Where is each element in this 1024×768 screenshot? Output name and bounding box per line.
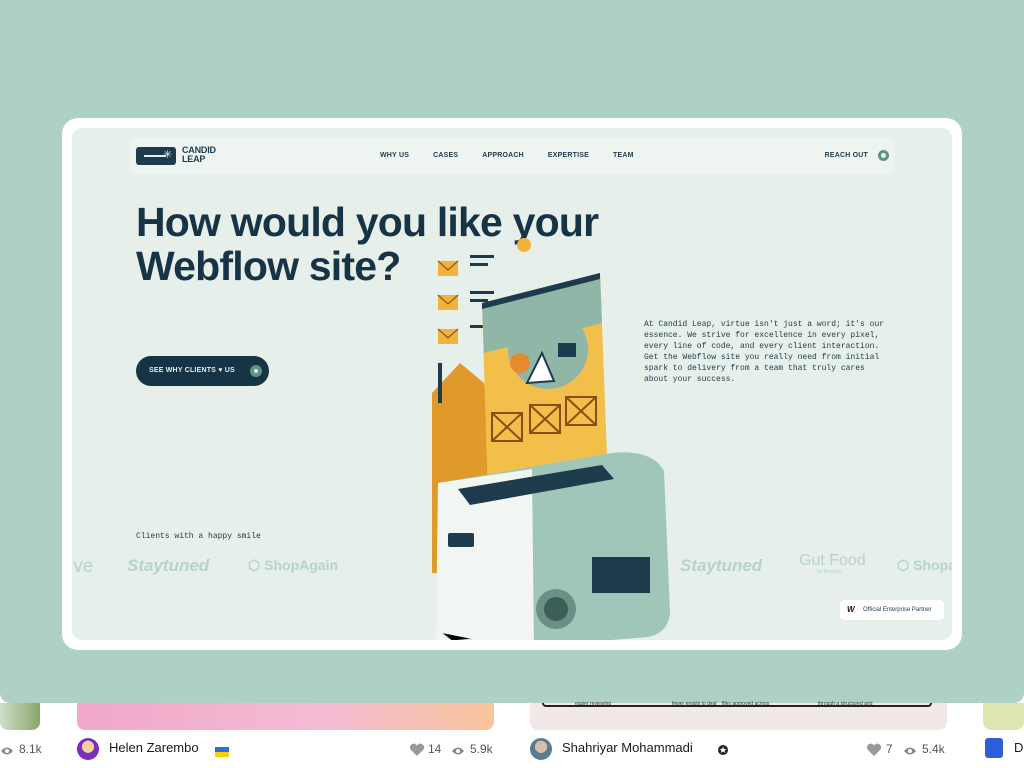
nav-link-cases[interactable]: CASES	[433, 152, 458, 159]
toaster-illustration	[432, 238, 670, 640]
toaster	[436, 452, 670, 640]
enterprise-partner-badge[interactable]: W Official Enterprise Partner	[840, 600, 944, 620]
nav-link-why-us[interactable]: WHY US	[380, 152, 409, 159]
avatar[interactable]	[77, 738, 99, 760]
client-logo-gut-food: Gut Food	[799, 552, 866, 569]
shot-2-caption-4: through a structured and	[818, 701, 873, 707]
webflow-icon: W	[847, 605, 855, 614]
clients-label: Clients with a happy smile	[136, 532, 261, 541]
shot-thumbnail-2[interactable]: easier reviewing fewer emails to deal fi…	[530, 701, 947, 730]
client-logo-shopagain: ⬡ ShopAgain	[248, 557, 338, 574]
shot-1-likes: 14	[428, 742, 442, 756]
website-preview: ✳ CANDID LEAP WHY US CASES APPROACH EXPE…	[72, 128, 952, 640]
logo-mark[interactable]: ✳	[136, 147, 176, 165]
partner-label: Official Enterprise Partner	[863, 607, 932, 613]
shot-preview-stage[interactable]: ✳ CANDID LEAP WHY US CASES APPROACH EXPE…	[0, 0, 1024, 703]
nav-link-approach[interactable]: APPROACH	[482, 152, 524, 159]
nav-link-team[interactable]: TEAM	[613, 152, 634, 159]
right-author-partial[interactable]: D	[1014, 740, 1023, 755]
cta-dot-icon	[249, 365, 262, 377]
shot-1-author[interactable]: Helen Zarembo	[109, 740, 199, 755]
shopagain-icon: ⬡	[248, 557, 265, 573]
eye-icon	[0, 743, 14, 761]
client-logo-shopagain-2: ⬡ Shopa	[897, 557, 952, 574]
nav-link-expertise[interactable]: EXPERTISE	[548, 152, 589, 159]
client-logo-partial: ive	[72, 556, 94, 577]
heart-icon[interactable]	[866, 743, 882, 762]
eye-icon	[903, 743, 917, 761]
shot-2-caption-2: fewer emails to deal	[672, 701, 717, 707]
nav-links: WHY US CASES APPROACH EXPERTISE TEAM	[380, 152, 658, 159]
avatar[interactable]	[530, 738, 552, 760]
shot-thumbnail-left[interactable]	[0, 703, 40, 730]
eye-icon	[451, 743, 465, 761]
heart-icon[interactable]	[409, 743, 425, 762]
reach-out-link[interactable]: REACH OUT	[825, 152, 868, 159]
shot-2-likes: 7	[886, 742, 893, 756]
shot-2-caption-3: files approved across	[722, 701, 770, 707]
shot-2-author[interactable]: Shahriyar Mohammadi	[562, 740, 693, 755]
client-logo-staytuned: Staytuned	[127, 556, 210, 575]
shot-2-caption-1: easier reviewing	[575, 701, 612, 707]
client-logo-shopagain-2-text: Shopa	[913, 557, 952, 573]
shot-thumbnail-right[interactable]	[983, 703, 1024, 730]
shot-thumbnail-1[interactable]	[77, 703, 494, 730]
shot-2-views: 5.4k	[922, 742, 945, 756]
reach-out-dot-icon[interactable]	[878, 150, 889, 161]
avatar[interactable]	[985, 738, 1003, 758]
site-nav: ✳ CANDID LEAP WHY US CASES APPROACH EXPE…	[130, 138, 895, 174]
cta-label: SEE WHY CLIENTS ♥ US	[149, 367, 235, 374]
shot-1-views: 5.9k	[470, 742, 493, 756]
verified-icon	[717, 743, 729, 761]
see-why-clients-button[interactable]: SEE WHY CLIENTS ♥ US	[136, 356, 269, 386]
left-views-count: 8.1k	[19, 742, 42, 756]
logo-text[interactable]: CANDID LEAP	[182, 146, 232, 164]
client-logo-gut-food-sub: by Berners	[817, 569, 842, 575]
ukraine-flag-icon	[215, 744, 229, 762]
shopagain-icon: ⬡	[897, 557, 914, 573]
star-icon: ✳	[163, 149, 173, 161]
client-logo-shopagain-text: ShopAgain	[264, 557, 339, 573]
client-logo-staytuned-2: Staytuned	[680, 556, 763, 575]
